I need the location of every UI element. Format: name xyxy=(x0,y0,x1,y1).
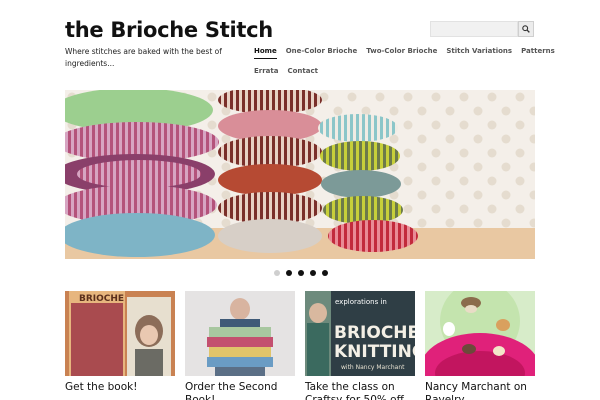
slider-dot-1[interactable] xyxy=(274,270,280,276)
svg-text:explorations in: explorations in xyxy=(335,298,387,306)
main-navigation: Home One-Color Brioche Two-Color Brioche… xyxy=(254,45,555,85)
feature-card-craftsy-class: explorations in BRIOCHE KNITTING with Na… xyxy=(305,291,415,400)
nav-row-primary: Home One-Color Brioche Two-Color Brioche… xyxy=(254,45,555,60)
search-icon xyxy=(522,25,530,33)
search-form xyxy=(430,21,534,37)
hero-slideshow-image[interactable] xyxy=(65,90,535,259)
search-button[interactable] xyxy=(518,21,534,37)
book-cover-image[interactable]: BRIOCHE xyxy=(65,291,175,376)
nav-item-patterns[interactable]: Patterns xyxy=(521,45,555,60)
svg-text:BRIOCHE: BRIOCHE xyxy=(334,323,415,343)
book-cover-text: BRIOCHE xyxy=(79,294,124,304)
feature-card-ravelry: Nancy Marchant on Ravelry xyxy=(425,291,535,400)
craftsy-class-image[interactable]: explorations in BRIOCHE KNITTING with Na… xyxy=(305,291,415,376)
feature-card-title[interactable]: Nancy Marchant on Ravelry xyxy=(425,381,535,400)
nav-item-contact[interactable]: Contact xyxy=(287,65,318,80)
svg-text:KNITTING: KNITTING xyxy=(334,342,415,362)
slider-dot-4[interactable] xyxy=(310,270,316,276)
feature-card-second-book: Order the Second Book! xyxy=(185,291,295,400)
slider-dot-3[interactable] xyxy=(298,270,304,276)
slider-dot-2[interactable] xyxy=(286,270,292,276)
nav-row-secondary: Errata Contact xyxy=(254,65,544,80)
slider-pagination xyxy=(274,270,334,276)
nav-item-errata[interactable]: Errata xyxy=(254,65,278,80)
search-input[interactable] xyxy=(430,21,518,37)
nav-item-two-color-brioche[interactable]: Two-Color Brioche xyxy=(366,45,437,60)
nav-item-stitch-variations[interactable]: Stitch Variations xyxy=(446,45,512,60)
second-book-image[interactable] xyxy=(185,291,295,376)
feature-card-title[interactable]: Take the class on Craftsy for 50% off xyxy=(305,381,415,400)
knitted-hats-stack-photo xyxy=(65,90,535,259)
slider-dot-5[interactable] xyxy=(322,270,328,276)
site-tagline: Where stitches are baked with the best o… xyxy=(65,47,222,68)
site-title[interactable]: the Brioche Stitch xyxy=(65,18,273,42)
feature-card-book: BRIOCHE Get the book! xyxy=(65,291,175,394)
nav-item-one-color-brioche[interactable]: One-Color Brioche xyxy=(286,45,358,60)
svg-text:with Nancy Marchant: with Nancy Marchant xyxy=(341,364,405,371)
feature-card-title[interactable]: Order the Second Book! xyxy=(185,381,295,400)
feature-card-title[interactable]: Get the book! xyxy=(65,381,175,394)
ravelry-image[interactable] xyxy=(425,291,535,376)
nav-item-home[interactable]: Home xyxy=(254,45,277,59)
